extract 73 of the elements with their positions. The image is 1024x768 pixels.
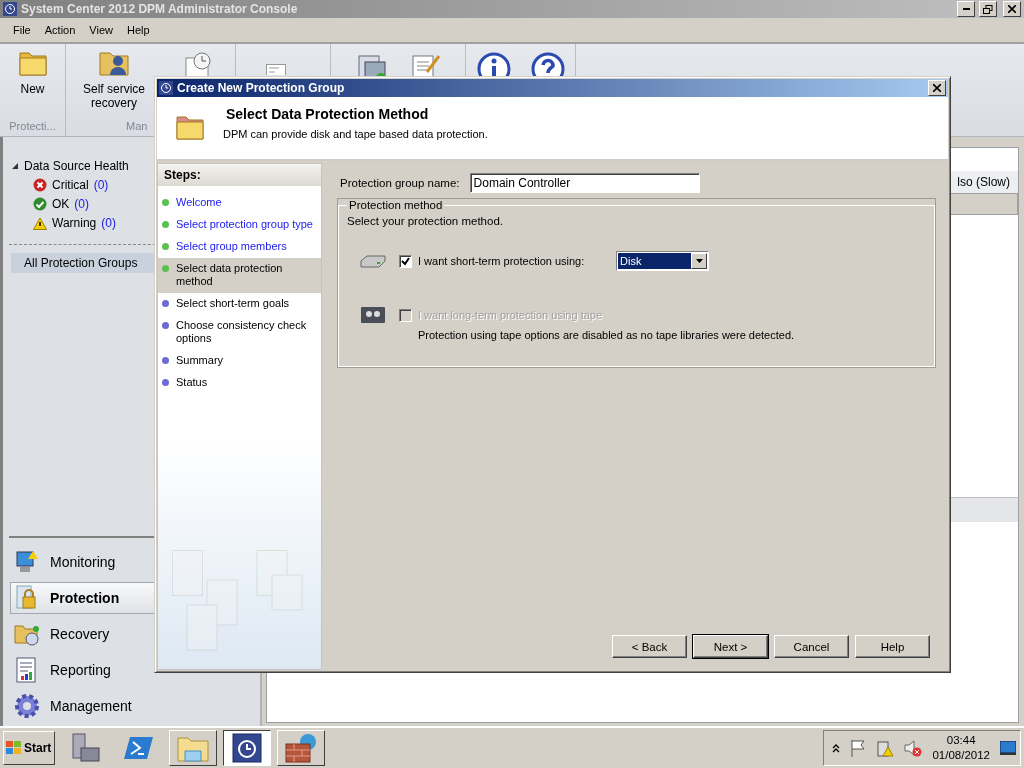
group-title: Protection method	[348, 199, 444, 211]
speaker-muted-icon	[904, 739, 923, 757]
workspace-button[interactable]: Protection	[10, 582, 155, 614]
menu-item[interactable]: View	[82, 24, 120, 36]
folders-icon	[176, 116, 204, 140]
powershell-icon	[124, 734, 154, 762]
checkbox[interactable]	[399, 254, 412, 268]
tape-icon	[360, 306, 386, 324]
checkmark-icon	[401, 256, 410, 266]
name-input[interactable]: Domain Controller	[469, 173, 700, 193]
workspace-button[interactable]: Recovery	[10, 618, 155, 650]
clock-icon	[3, 2, 17, 16]
network-warning-icon	[876, 739, 895, 757]
page-heading: Select Data Protection Method	[225, 106, 430, 122]
clock-document-icon	[232, 733, 262, 763]
workspace-button[interactable]: Reporting	[10, 654, 155, 686]
close-button[interactable]	[928, 80, 946, 96]
menu-item[interactable]: File	[6, 24, 38, 36]
new-folder-icon	[18, 52, 47, 76]
window-title: System Center 2012 DPM Administrator Console	[21, 2, 299, 16]
workspace-button[interactable]: Management	[10, 690, 155, 722]
flag-icon	[850, 739, 867, 757]
report-icon	[266, 64, 286, 75]
page-subtitle: DPM can provide disk and tape based data protection.	[223, 128, 488, 140]
monitor-icon	[14, 549, 40, 575]
clock-icon	[159, 81, 173, 95]
ribbon-group-label: Protecti...	[9, 120, 56, 134]
instruction-text: Select your protection method.	[347, 215, 504, 227]
close-button[interactable]	[1003, 1, 1021, 17]
check-circle-icon	[33, 197, 47, 211]
info-text: Protection using tape options are disabled as no tape libraries were detected.	[417, 329, 796, 341]
ribbon-group-label: Man	[125, 120, 148, 134]
windows-logo-icon	[6, 741, 22, 755]
ribbon-button[interactable]: New	[10, 52, 55, 96]
chevron-up-icon	[832, 743, 841, 753]
dialog-button[interactable]: Next >	[693, 635, 768, 658]
error-icon	[33, 178, 47, 192]
menu-item[interactable]: Help	[119, 24, 157, 36]
close-icon	[1008, 5, 1016, 13]
server-toolbox-icon	[69, 732, 101, 764]
steps-title: Steps:	[158, 164, 321, 186]
clock: 03:44 01/08/2012	[932, 733, 990, 763]
wizard-step: Summary	[158, 350, 321, 372]
dialog-button[interactable]: < Back	[612, 635, 687, 658]
brick-wall-globe-icon	[284, 732, 318, 764]
ribbon-button[interactable]: Self service recovery	[74, 52, 154, 110]
wizard-step: Status	[158, 372, 321, 394]
show-desktop-icon	[1000, 741, 1016, 755]
minimize-button[interactable]	[957, 1, 975, 17]
dialog-title: Create New Protection Group	[177, 81, 346, 95]
field-label: Protection group name:	[340, 177, 460, 189]
wizard-step[interactable]: Select protection group type	[158, 214, 321, 236]
menu-item[interactable]: Action	[37, 24, 83, 36]
gear-icon	[14, 693, 40, 719]
workspace-button[interactable]: Monitoring	[10, 546, 155, 578]
restore-icon	[983, 4, 993, 14]
disk-drive-icon	[360, 254, 386, 268]
wizard-step: Select short-term goals	[158, 293, 321, 315]
caret-icon	[695, 259, 703, 263]
warning-icon	[33, 216, 47, 230]
dialog-button[interactable]: Cancel	[774, 635, 849, 658]
checkbox-label: I want short-term protection using:	[418, 255, 586, 267]
start-button[interactable]: Start	[3, 731, 55, 765]
minimize-icon	[962, 8, 970, 10]
dialog-button[interactable]: Help	[855, 635, 930, 658]
wizard-step[interactable]: Welcome	[158, 192, 321, 214]
restore-button[interactable]	[979, 1, 997, 17]
wizard-step: Select data protection method	[158, 258, 321, 293]
wizard-step: Choose consistency check options	[158, 315, 321, 350]
folder-person-icon	[99, 52, 129, 76]
dropdown[interactable]: Disk	[616, 251, 709, 271]
taskbar-button[interactable]	[223, 730, 271, 766]
close-icon	[933, 84, 941, 92]
